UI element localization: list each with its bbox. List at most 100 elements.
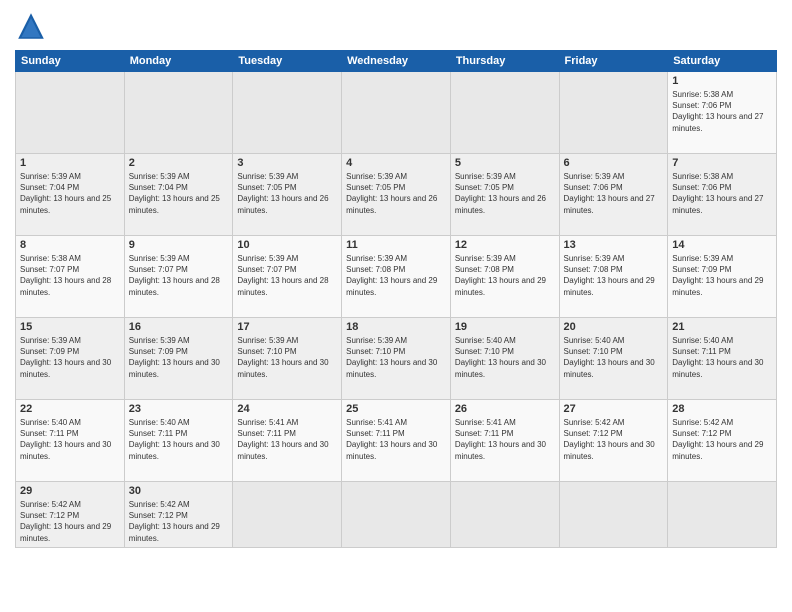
weekday-header-saturday: Saturday — [668, 51, 777, 72]
day-info: Sunrise: 5:39 AMSunset: 7:05 PMDaylight:… — [346, 171, 446, 216]
calendar-cell: 1 Sunrise: 5:39 AMSunset: 7:04 PMDaylight… — [16, 154, 125, 236]
day-info: Sunrise: 5:41 AMSunset: 7:11 PMDaylight:… — [237, 417, 337, 462]
calendar-cell: 3Sunrise: 5:39 AMSunset: 7:05 PMDaylight… — [233, 154, 342, 236]
day-number: 21 — [672, 321, 772, 333]
calendar-cell: 24Sunrise: 5:41 AMSunset: 7:11 PMDayligh… — [233, 400, 342, 482]
day-info: Sunrise: 5:40 AMSunset: 7:11 PMDaylight:… — [129, 417, 229, 462]
calendar-cell: 25 Sunrise: 5:41 AMSunset: 7:11 PMDayligh… — [342, 400, 451, 482]
header — [15, 10, 777, 42]
day-number: 5 — [455, 157, 555, 169]
calendar-cell: 28Sunrise: 5:42 AMSunset: 7:12 PMDayligh… — [668, 400, 777, 482]
week-row-5: 22 Sunrise: 5:40 AMSunset: 7:11 PMDayligh… — [16, 400, 777, 482]
weekday-header-friday: Friday — [559, 51, 668, 72]
calendar-cell: 26 Sunrise: 5:41 AMSunset: 7:11 PMDayligh… — [450, 400, 559, 482]
day-info: Sunrise: 5:40 AMSunset: 7:10 PMDaylight:… — [564, 335, 664, 380]
day-info: Sunrise: 5:39 AMSunset: 7:07 PMDaylight:… — [129, 253, 229, 298]
calendar-cell: 14 Sunrise: 5:39 AMSunset: 7:09 PMDayligh… — [668, 236, 777, 318]
calendar-cell: 5 Sunrise: 5:39 AMSunset: 7:05 PMDaylight… — [450, 154, 559, 236]
day-info: Sunrise: 5:42 AMSunset: 7:12 PMDaylight:… — [672, 417, 772, 462]
calendar-cell — [450, 482, 559, 548]
day-info: Sunrise: 5:42 AMSunset: 7:12 PMDaylight:… — [564, 417, 664, 462]
day-number: 23 — [129, 403, 229, 415]
day-info: Sunrise: 5:39 AMSunset: 7:06 PMDaylight:… — [564, 171, 664, 216]
calendar-cell — [233, 72, 342, 154]
day-number: 22 — [20, 403, 120, 415]
calendar-cell: 7 Sunrise: 5:38 AMSunset: 7:06 PMDaylight… — [668, 154, 777, 236]
calendar-table: SundayMondayTuesdayWednesdayThursdayFrid… — [15, 50, 777, 548]
day-number: 27 — [564, 403, 664, 415]
day-number: 19 — [455, 321, 555, 333]
day-info: Sunrise: 5:39 AMSunset: 7:08 PMDaylight:… — [455, 253, 555, 298]
weekday-header-monday: Monday — [124, 51, 233, 72]
weekday-header-tuesday: Tuesday — [233, 51, 342, 72]
day-info: Sunrise: 5:42 AMSunset: 7:12 PMDaylight:… — [129, 499, 229, 544]
day-number: 30 — [129, 485, 229, 497]
day-number: 14 — [672, 239, 772, 251]
calendar-cell — [559, 482, 668, 548]
day-number: 4 — [346, 157, 446, 169]
day-info: Sunrise: 5:39 AMSunset: 7:04 PMDaylight:… — [20, 171, 120, 216]
week-row-1: 1 Sunrise: 5:38 AMSunset: 7:06 PMDaylight… — [16, 72, 777, 154]
week-row-2: 1 Sunrise: 5:39 AMSunset: 7:04 PMDaylight… — [16, 154, 777, 236]
day-number: 9 — [129, 239, 229, 251]
day-info: Sunrise: 5:39 AMSunset: 7:08 PMDaylight:… — [564, 253, 664, 298]
calendar-cell: 23 Sunrise: 5:40 AMSunset: 7:11 PMDayligh… — [124, 400, 233, 482]
day-info: Sunrise: 5:39 AMSunset: 7:04 PMDaylight:… — [129, 171, 229, 216]
calendar-cell: 15 Sunrise: 5:39 AMSunset: 7:09 PMDayligh… — [16, 318, 125, 400]
weekday-header-thursday: Thursday — [450, 51, 559, 72]
calendar-cell — [16, 72, 125, 154]
day-number: 13 — [564, 239, 664, 251]
calendar-cell: 10 Sunrise: 5:39 AMSunset: 7:07 PMDayligh… — [233, 236, 342, 318]
day-info: Sunrise: 5:42 AMSunset: 7:12 PMDaylight:… — [20, 499, 120, 544]
day-number: 16 — [129, 321, 229, 333]
day-number: 2 — [129, 157, 229, 169]
day-info: Sunrise: 5:38 AMSunset: 7:07 PMDaylight:… — [20, 253, 120, 298]
day-number: 20 — [564, 321, 664, 333]
day-number: 15 — [20, 321, 120, 333]
calendar-cell: 17 Sunrise: 5:39 AMSunset: 7:10 PMDayligh… — [233, 318, 342, 400]
day-info: Sunrise: 5:39 AMSunset: 7:05 PMDaylight:… — [455, 171, 555, 216]
week-row-6: 29Sunrise: 5:42 AMSunset: 7:12 PMDayligh… — [16, 482, 777, 548]
day-info: Sunrise: 5:39 AMSunset: 7:10 PMDaylight:… — [237, 335, 337, 380]
weekday-header-row: SundayMondayTuesdayWednesdayThursdayFrid… — [16, 51, 777, 72]
logo-icon — [15, 10, 47, 42]
day-number: 17 — [237, 321, 337, 333]
day-number: 12 — [455, 239, 555, 251]
calendar-cell: 2 Sunrise: 5:39 AMSunset: 7:04 PMDaylight… — [124, 154, 233, 236]
day-info: Sunrise: 5:39 AMSunset: 7:07 PMDaylight:… — [237, 253, 337, 298]
day-number: 8 — [20, 239, 120, 251]
week-row-4: 15 Sunrise: 5:39 AMSunset: 7:09 PMDayligh… — [16, 318, 777, 400]
weekday-header-sunday: Sunday — [16, 51, 125, 72]
day-number: 7 — [672, 157, 772, 169]
calendar-cell: 27 Sunrise: 5:42 AMSunset: 7:12 PMDayligh… — [559, 400, 668, 482]
day-info: Sunrise: 5:39 AMSunset: 7:09 PMDaylight:… — [672, 253, 772, 298]
calendar-cell: 20 Sunrise: 5:40 AMSunset: 7:10 PMDayligh… — [559, 318, 668, 400]
day-info: Sunrise: 5:38 AMSunset: 7:06 PMDaylight:… — [672, 89, 772, 134]
calendar-cell: 9 Sunrise: 5:39 AMSunset: 7:07 PMDaylight… — [124, 236, 233, 318]
calendar-cell: 1 Sunrise: 5:38 AMSunset: 7:06 PMDaylight… — [668, 72, 777, 154]
day-info: Sunrise: 5:41 AMSunset: 7:11 PMDaylight:… — [346, 417, 446, 462]
calendar-cell: 13 Sunrise: 5:39 AMSunset: 7:08 PMDayligh… — [559, 236, 668, 318]
day-number: 25 — [346, 403, 446, 415]
day-info: Sunrise: 5:38 AMSunset: 7:06 PMDaylight:… — [672, 171, 772, 216]
day-number: 26 — [455, 403, 555, 415]
day-number: 11 — [346, 239, 446, 251]
day-number: 10 — [237, 239, 337, 251]
day-info: Sunrise: 5:39 AMSunset: 7:08 PMDaylight:… — [346, 253, 446, 298]
day-number: 1 — [20, 157, 120, 169]
day-number: 3 — [237, 157, 337, 169]
day-info: Sunrise: 5:41 AMSunset: 7:11 PMDaylight:… — [455, 417, 555, 462]
calendar-cell: 11 Sunrise: 5:39 AMSunset: 7:08 PMDayligh… — [342, 236, 451, 318]
logo — [15, 10, 51, 42]
calendar-cell — [342, 72, 451, 154]
calendar-cell: 12 Sunrise: 5:39 AMSunset: 7:08 PMDayligh… — [450, 236, 559, 318]
calendar-cell: 18Sunrise: 5:39 AMSunset: 7:10 PMDayligh… — [342, 318, 451, 400]
calendar-cell: 29Sunrise: 5:42 AMSunset: 7:12 PMDayligh… — [16, 482, 125, 548]
day-info: Sunrise: 5:39 AMSunset: 7:09 PMDaylight:… — [20, 335, 120, 380]
day-number: 1 — [672, 75, 772, 87]
calendar-cell: 6Sunrise: 5:39 AMSunset: 7:06 PMDaylight… — [559, 154, 668, 236]
calendar-cell: 4 Sunrise: 5:39 AMSunset: 7:05 PMDaylight… — [342, 154, 451, 236]
calendar-cell: 30 Sunrise: 5:42 AMSunset: 7:12 PMDayligh… — [124, 482, 233, 548]
calendar-cell — [342, 482, 451, 548]
calendar-cell — [124, 72, 233, 154]
